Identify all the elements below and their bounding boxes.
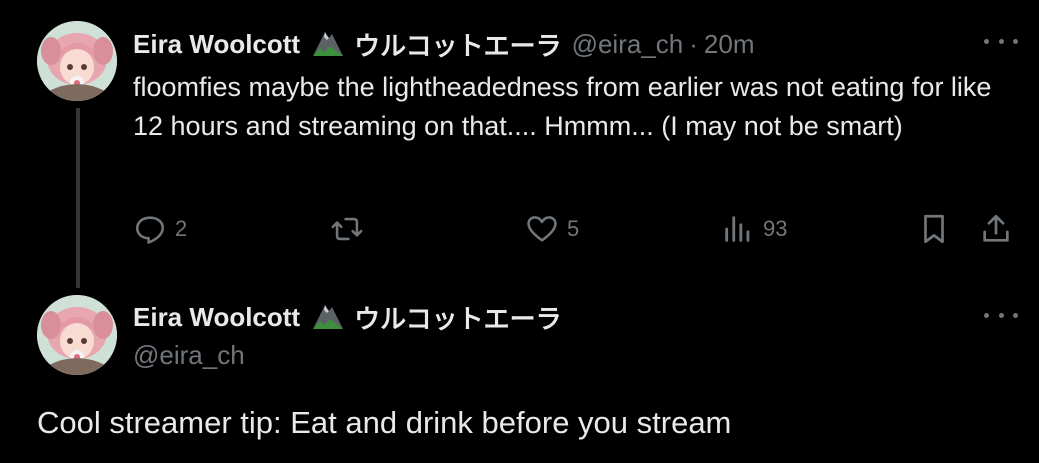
- author-japanese-name: ウルコットエーラ: [354, 31, 562, 61]
- analytics-icon: [725, 216, 750, 242]
- like-count: 5: [567, 216, 580, 241]
- author-display-name[interactable]: Eira Woolcott: [133, 302, 300, 333]
- like-button[interactable]: 5: [525, 212, 579, 246]
- avatar[interactable]: [37, 21, 117, 101]
- tweet-text: Cool streamer tip: Eat and drink before …: [37, 405, 732, 440]
- avatar-image: [37, 21, 117, 101]
- reply-author-row: Eira Woolcott ウルコットエーラ @eira_ch · 20m: [133, 26, 755, 63]
- repost-icon: [331, 217, 363, 241]
- separator-dot: ·: [689, 29, 698, 59]
- mountain-icon: [310, 299, 346, 336]
- reply-icon: [135, 216, 165, 244]
- mountain-icon: [310, 26, 346, 63]
- tweet-text: floomfies maybe the lightheadedness from…: [133, 72, 992, 141]
- share-button[interactable]: [979, 212, 1013, 246]
- reply-count: 2: [175, 216, 188, 241]
- author-handle[interactable]: @eira_ch: [133, 340, 245, 371]
- timestamp[interactable]: 20m: [704, 29, 755, 60]
- bookmark-icon: [924, 214, 944, 244]
- share-icon: [983, 214, 1009, 242]
- avatar[interactable]: [37, 295, 117, 375]
- author-japanese-name: ウルコットエーラ: [354, 304, 562, 334]
- author-display-name[interactable]: Eira Woolcott: [133, 29, 300, 60]
- more-options-icon[interactable]: [984, 310, 1018, 320]
- heart-icon: [527, 216, 557, 242]
- thread-connector-line: [76, 108, 80, 288]
- main-author-row: Eira Woolcott ウルコットエーラ: [133, 299, 562, 336]
- view-count: 93: [763, 216, 788, 241]
- views-button[interactable]: 93: [721, 212, 787, 246]
- bookmark-button[interactable]: [917, 212, 951, 246]
- more-options-icon[interactable]: [984, 36, 1018, 46]
- avatar-image: [37, 295, 117, 375]
- repost-button[interactable]: [329, 212, 373, 246]
- author-handle[interactable]: @eira_ch: [572, 29, 684, 60]
- reply-button[interactable]: 2: [133, 212, 187, 246]
